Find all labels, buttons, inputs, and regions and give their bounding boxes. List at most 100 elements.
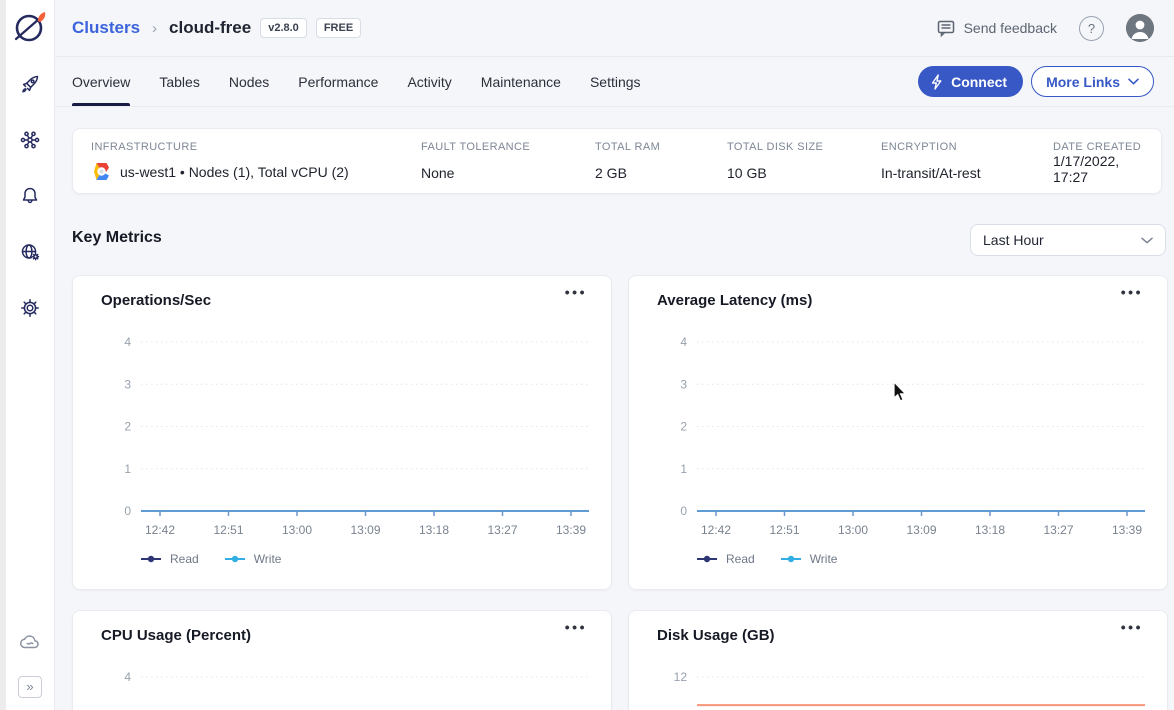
- svg-text:3: 3: [680, 377, 687, 391]
- svg-text:13:18: 13:18: [419, 523, 449, 537]
- legend-label: Write: [810, 552, 838, 566]
- svg-text:13:39: 13:39: [556, 523, 586, 537]
- legend-marker-icon: [225, 555, 245, 563]
- main-area: Clusters › cloud-free v2.8.0 FREE Send f…: [55, 0, 1174, 710]
- key-metrics-heading: Key Metrics: [72, 229, 162, 247]
- svg-text:4: 4: [680, 335, 687, 349]
- svg-text:2: 2: [124, 420, 131, 434]
- page-header: Clusters › cloud-free v2.8.0 FREE Send f…: [55, 0, 1174, 57]
- sidebar-nav: [18, 72, 42, 320]
- svg-text:13:09: 13:09: [350, 523, 380, 537]
- svg-text:1: 1: [680, 462, 687, 476]
- chart-plot: 12: [629, 611, 1169, 710]
- svg-text:13:09: 13:09: [906, 523, 936, 537]
- chart-card-latency: Average Latency (ms) ••• 0123412:4212:51…: [628, 275, 1168, 590]
- sidebar-bottom: »: [18, 630, 42, 710]
- more-links-button[interactable]: More Links: [1031, 66, 1154, 97]
- chart-card-cpu: CPU Usage (Percent) ••• 4: [72, 610, 612, 710]
- tab-maintenance[interactable]: Maintenance: [481, 57, 561, 106]
- svg-text:13:39: 13:39: [1112, 523, 1142, 537]
- svg-text:0: 0: [124, 504, 131, 518]
- svg-text:13:27: 13:27: [1043, 523, 1073, 537]
- time-range-select[interactable]: Last Hour: [970, 224, 1166, 256]
- settings-gear-icon[interactable]: [18, 296, 42, 320]
- svg-text:2: 2: [680, 420, 687, 434]
- tab-activity[interactable]: Activity: [407, 57, 451, 106]
- tab-bar: Overview Tables Nodes Performance Activi…: [72, 57, 641, 106]
- legend-marker-icon: [781, 555, 801, 563]
- version-badge: v2.8.0: [260, 18, 307, 38]
- tab-performance[interactable]: Performance: [298, 57, 378, 106]
- chart-legend: Read Write: [141, 552, 281, 566]
- legend-marker-icon: [697, 555, 717, 563]
- network-cluster-icon[interactable]: [18, 128, 42, 152]
- svg-text:1: 1: [124, 462, 131, 476]
- infrastructure-value: us-west1 • Nodes (1), Total vCPU (2): [120, 164, 349, 180]
- chart-plot: 4: [73, 611, 613, 710]
- svg-text:13:00: 13:00: [282, 523, 312, 537]
- tab-settings[interactable]: Settings: [590, 57, 641, 106]
- info-label: TOTAL DISK SIZE: [727, 141, 881, 153]
- info-label: FAULT TOLERANCE: [421, 141, 595, 153]
- legend-label: Write: [254, 552, 282, 566]
- svg-text:12:51: 12:51: [213, 523, 243, 537]
- chevron-down-icon: [1128, 78, 1139, 85]
- date-created-value: 1/17/2022, 17:27: [1053, 153, 1143, 185]
- chart-card-disk: Disk Usage (GB) ••• 12: [628, 610, 1168, 710]
- header-right: Send feedback ?: [936, 14, 1154, 42]
- chart-plot: 0 1 2 3 4 12:42 12:51 13:00 13:09 13:18 13:27 13:39: [629, 276, 1169, 591]
- tab-actions: Connect More Links: [918, 66, 1154, 97]
- svg-text:13:00: 13:00: [838, 523, 868, 537]
- app-logo-icon[interactable]: [11, 8, 49, 46]
- svg-text:4: 4: [124, 670, 131, 684]
- send-feedback-button[interactable]: Send feedback: [936, 18, 1057, 38]
- sidebar-expand-button[interactable]: »: [18, 676, 42, 698]
- encryption-value: In-transit/At-rest: [881, 165, 1053, 181]
- chevron-down-icon: [1141, 237, 1153, 244]
- legend-item-write[interactable]: Write: [225, 552, 282, 566]
- user-avatar[interactable]: [1126, 14, 1154, 42]
- svg-text:12:51: 12:51: [769, 523, 799, 537]
- svg-text:13:18: 13:18: [975, 523, 1005, 537]
- svg-text:13:27: 13:27: [487, 523, 517, 537]
- connect-button[interactable]: Connect: [918, 66, 1023, 97]
- breadcrumb-separator: ›: [152, 20, 157, 37]
- time-range-value: Last Hour: [983, 232, 1044, 248]
- info-label: DATE CREATED: [1053, 141, 1143, 153]
- fault-tolerance-value: None: [421, 165, 595, 181]
- cluster-info-bar: INFRASTRUCTURE us-west1 • Nodes (1), Tot…: [72, 128, 1162, 194]
- info-label: TOTAL RAM: [595, 141, 727, 153]
- svg-text:12:42: 12:42: [701, 523, 731, 537]
- svg-text:12:42: 12:42: [145, 523, 175, 537]
- tab-overview[interactable]: Overview: [72, 57, 130, 106]
- legend-item-read[interactable]: Read: [141, 552, 199, 566]
- help-icon[interactable]: ?: [1079, 16, 1104, 41]
- lightning-bolt-icon: [930, 74, 944, 90]
- sidebar: »: [6, 0, 55, 710]
- legend-label: Read: [726, 552, 755, 566]
- total-disk-value: 10 GB: [727, 165, 881, 181]
- breadcrumb-clusters-link[interactable]: Clusters: [72, 18, 140, 38]
- chart-plot: 0123412:4212:5113:0013:0913:1813:2713:39: [73, 276, 613, 591]
- clusters-rocket-icon[interactable]: [18, 72, 42, 96]
- tabs-row: Overview Tables Nodes Performance Activi…: [55, 57, 1174, 107]
- cluster-name: cloud-free: [169, 18, 251, 38]
- info-label: ENCRYPTION: [881, 141, 1053, 153]
- chart-card-operations: Operations/Sec ••• 0123412:4212:5113:001…: [72, 275, 612, 590]
- total-ram-value: 2 GB: [595, 165, 727, 181]
- plan-badge: FREE: [316, 18, 361, 38]
- legend-item-read[interactable]: Read: [697, 552, 755, 566]
- alerts-bell-icon[interactable]: [18, 184, 42, 208]
- feedback-bubble-icon: [936, 18, 956, 38]
- info-label: INFRASTRUCTURE: [91, 141, 421, 153]
- svg-text:0: 0: [680, 504, 687, 518]
- tab-nodes[interactable]: Nodes: [229, 57, 269, 106]
- svg-text:4: 4: [124, 335, 131, 349]
- regions-globe-gear-icon[interactable]: [18, 240, 42, 264]
- legend-item-write[interactable]: Write: [781, 552, 838, 566]
- gcp-logo-icon: [91, 162, 112, 181]
- cloud-icon[interactable]: [18, 630, 42, 654]
- svg-text:12: 12: [674, 670, 688, 684]
- tab-tables[interactable]: Tables: [159, 57, 199, 106]
- legend-marker-icon: [141, 555, 161, 563]
